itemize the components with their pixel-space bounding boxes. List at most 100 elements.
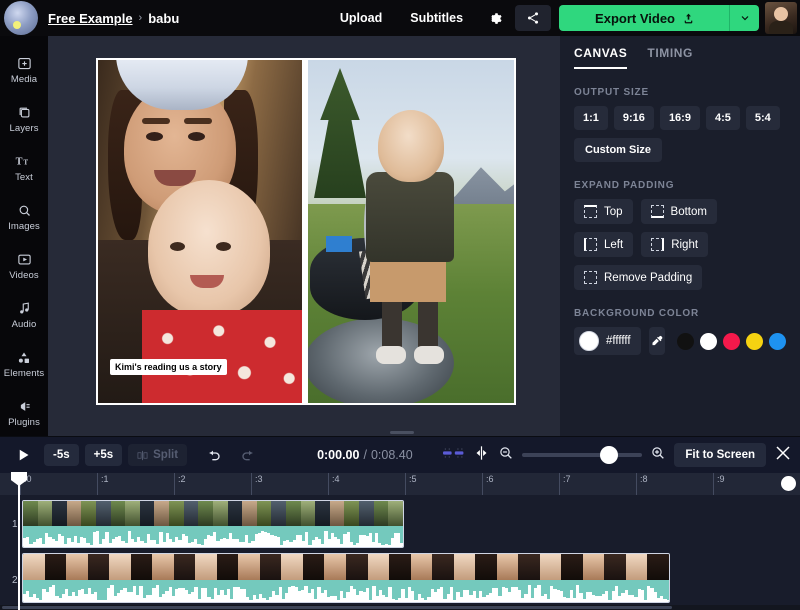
padding-top-label: Top: [604, 205, 623, 218]
zoom-slider[interactable]: [522, 446, 643, 464]
padding-right-icon: [651, 238, 665, 251]
ruler-tick-8: :8: [636, 473, 648, 495]
sidebar-item-elements[interactable]: Elements: [0, 340, 48, 387]
remove-padding-button[interactable]: Remove Padding: [574, 265, 703, 290]
ratio-9-16-button[interactable]: 9:16: [613, 106, 654, 130]
playhead[interactable]: [11, 472, 27, 610]
export-options-button[interactable]: [729, 5, 759, 31]
sidebar-item-text[interactable]: TT Text: [0, 144, 48, 191]
sidebar-item-media[interactable]: Media: [0, 46, 48, 93]
timeline-ruler[interactable]: :0 :1 :2 :3 :4 :5 :6 :7 :8 :9: [0, 473, 800, 495]
timeline-hscrollbar[interactable]: [0, 605, 800, 610]
woman-brow-left: [142, 118, 170, 124]
video-clip-left[interactable]: Kimi's reading us a story: [98, 60, 302, 403]
sidebar-item-videos[interactable]: Videos: [0, 242, 48, 289]
split-button[interactable]: Split: [128, 444, 188, 466]
undo-icon: [209, 450, 220, 461]
preview-canvas[interactable]: Kimi's reading us a story: [96, 58, 516, 405]
timeline-clip-2[interactable]: [22, 553, 670, 603]
thumbnail-frame: [539, 554, 562, 581]
breadcrumb-project-link[interactable]: Free Example: [48, 11, 133, 26]
ratio-16-9-button[interactable]: 16:9: [659, 106, 700, 130]
sidebar-label-media: Media: [10, 73, 38, 85]
ruler-tick-2: :2: [174, 473, 186, 495]
svg-text:T: T: [16, 156, 23, 167]
zoom-in-button[interactable]: [650, 445, 666, 466]
share-button[interactable]: [515, 5, 552, 31]
export-video-label: Export Video: [595, 10, 675, 26]
padding-left-button[interactable]: Left: [574, 232, 634, 257]
thumbnail-frame: [212, 501, 228, 527]
padding-bottom-icon: [650, 205, 664, 218]
sidebar-item-plugins[interactable]: Plugins: [0, 389, 48, 436]
zoom-slider-knob[interactable]: [600, 446, 619, 464]
padding-top-button[interactable]: Top: [574, 199, 633, 224]
upload-button[interactable]: Upload: [326, 0, 396, 36]
swatch-white[interactable]: [700, 332, 717, 350]
tab-timing[interactable]: TIMING: [647, 46, 693, 69]
zoom-out-button[interactable]: [498, 445, 514, 466]
brand-avatar-icon[interactable]: [4, 1, 38, 35]
caption-overlay[interactable]: Kimi's reading us a story: [110, 359, 227, 375]
split-align-icon: [476, 445, 487, 460]
ratio-4-5-button[interactable]: 4:5: [705, 106, 740, 130]
sidebar-item-images[interactable]: Images: [0, 193, 48, 240]
eyedropper-button[interactable]: [648, 327, 665, 355]
subtitles-button[interactable]: Subtitles: [396, 0, 477, 36]
fit-to-screen-button[interactable]: Fit to Screen: [674, 443, 766, 467]
close-timeline-button[interactable]: [774, 444, 792, 467]
play-button[interactable]: [8, 441, 38, 469]
thumbnail-frame: [173, 554, 196, 581]
redo-icon: [242, 450, 253, 461]
expand-padding-label: EXPAND PADDING: [574, 180, 675, 191]
track-segments-icon: [443, 447, 464, 458]
thumbnail-frame: [582, 554, 605, 581]
timeline-toolbar: -5s +5s Split 0:00.00 / 0:08.40 Fit to S…: [0, 437, 800, 473]
track-segments-button[interactable]: [443, 446, 465, 465]
ruler-tick-7: :7: [559, 473, 571, 495]
sidebar-item-layers[interactable]: Layers: [0, 95, 48, 142]
timeline-resize-handle[interactable]: [390, 431, 414, 434]
export-video-button[interactable]: Export Video: [559, 5, 729, 31]
swatch-black[interactable]: [677, 332, 694, 350]
breadcrumb: Free Example › babu: [48, 11, 179, 26]
preview-area[interactable]: Kimi's reading us a story: [48, 36, 560, 436]
swatch-blue[interactable]: [769, 332, 786, 350]
swatch-yellow[interactable]: [746, 332, 763, 350]
ruler-tick-5: :5: [405, 473, 417, 495]
video-clip-right[interactable]: [308, 60, 514, 403]
media-add-icon: [17, 55, 32, 72]
thumbnail-frame: [52, 501, 67, 527]
time-separator: /: [363, 448, 367, 462]
sidebar-label-videos: Videos: [9, 269, 39, 281]
baby-eye-right: [216, 242, 231, 251]
redo-button[interactable]: [233, 441, 261, 469]
ratio-1-1-button[interactable]: 1:1: [574, 106, 608, 130]
padding-bottom-label: Bottom: [670, 205, 707, 218]
sidebar-item-audio[interactable]: Audio: [0, 291, 48, 338]
tab-canvas[interactable]: CANVAS: [574, 46, 628, 69]
ratio-5-4-button[interactable]: 5:4: [745, 106, 780, 130]
back-5s-button[interactable]: -5s: [44, 444, 79, 466]
thumbnail-frame: [388, 501, 403, 527]
ruler-end-handle[interactable]: [781, 476, 796, 491]
clip-1-thumbnails: [23, 501, 403, 527]
color-value-field[interactable]: #ffffff: [574, 327, 641, 355]
breadcrumb-current[interactable]: babu: [148, 11, 179, 26]
padding-bottom-button[interactable]: Bottom: [640, 199, 717, 224]
clip-1-wave-bars: [23, 526, 403, 547]
thumbnail-frame: [154, 501, 170, 527]
padding-right-button[interactable]: Right: [641, 232, 709, 257]
forward-5s-button[interactable]: +5s: [84, 444, 123, 466]
thumbnail-frame: [315, 501, 330, 527]
swatch-red[interactable]: [723, 332, 740, 350]
user-avatar[interactable]: [765, 2, 797, 34]
settings-button[interactable]: [477, 0, 511, 36]
timeline-clip-1[interactable]: [22, 500, 404, 548]
split-align-button[interactable]: [473, 445, 490, 466]
thumbnail-frame: [359, 501, 374, 527]
timeline-hscroll-thumb[interactable]: [2, 606, 672, 609]
undo-button[interactable]: [201, 441, 229, 469]
custom-size-button[interactable]: Custom Size: [574, 138, 663, 162]
padding-row-2: Left Right: [574, 232, 786, 257]
